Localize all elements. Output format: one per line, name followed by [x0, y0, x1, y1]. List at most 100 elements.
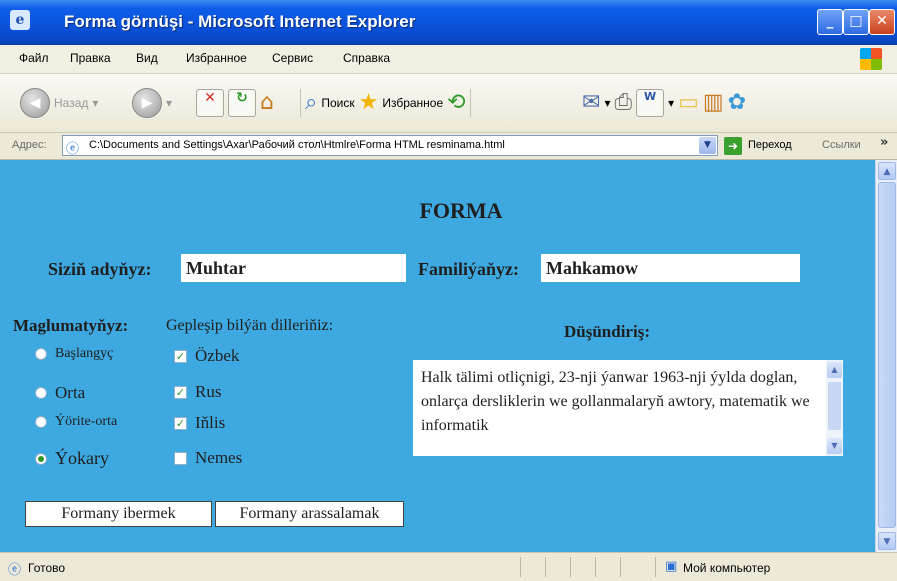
scroll-down-arrow-icon[interactable]: ▼ — [827, 438, 842, 454]
back-arrow-icon[interactable]: ◀ — [20, 88, 50, 118]
last-name-label: Familiýaňyz: — [418, 259, 519, 279]
education-option-label: Ýörite-orta — [55, 414, 118, 429]
messenger-icon[interactable]: ✿ — [728, 90, 746, 116]
menu-item-edit[interactable]: Правка — [70, 51, 111, 65]
language-option[interactable]: Nemes — [174, 448, 242, 468]
menu-item-view[interactable]: Вид — [136, 51, 158, 65]
first-name-label: Siziň adyňyz: — [48, 259, 152, 279]
chevron-down-icon[interactable]: ▾ — [166, 96, 172, 110]
go-arrow-icon[interactable]: ➜ — [724, 137, 742, 155]
education-option-label: Orta — [55, 383, 86, 402]
minimize-button[interactable]: _ — [817, 9, 843, 35]
discuss-icon[interactable]: ▭ — [678, 90, 699, 116]
menu-item-favorites[interactable]: Избранное — [186, 51, 247, 65]
radio-button[interactable] — [35, 387, 47, 399]
mail-icon[interactable]: ✉ — [582, 90, 600, 116]
chevron-down-icon[interactable]: ▾ — [92, 96, 98, 110]
education-option[interactable]: Ýokary — [35, 448, 109, 469]
address-input[interactable]: ⓔ C:\Documents and Settings\Axar\Рабочий… — [62, 135, 718, 157]
title-bar: e Forma görnüşi - Microsoft Internet Exp… — [0, 0, 897, 45]
first-name-input[interactable] — [181, 254, 406, 282]
print-icon[interactable]: ⎙ — [614, 90, 632, 116]
education-option[interactable]: Ýörite-orta — [35, 414, 117, 430]
links-button[interactable]: Ссылки — [822, 139, 861, 151]
textarea-scrollbar[interactable]: ▲ ▼ — [826, 360, 843, 456]
scroll-thumb[interactable] — [828, 382, 841, 430]
menu-item-help[interactable]: Справка — [343, 51, 390, 65]
languages-label: Gepleşip bilýän dilleriňiz: — [166, 317, 334, 334]
menu-item-tools[interactable]: Сервис — [272, 51, 313, 65]
favorites-button-label[interactable]: Избранное — [382, 96, 443, 110]
search-icon[interactable]: ⌕ — [305, 90, 317, 116]
language-option-label: Rus — [195, 382, 222, 401]
ie-app-icon[interactable]: e — [10, 10, 30, 30]
stop-icon[interactable]: ✕ — [196, 89, 224, 117]
windows-logo-icon — [860, 48, 882, 70]
research-icon[interactable]: ▥ — [703, 90, 724, 116]
search-button-label[interactable]: Поиск — [321, 96, 354, 110]
scroll-thumb[interactable] — [878, 182, 896, 528]
chevron-down-icon[interactable]: ▼ — [699, 137, 716, 154]
language-option[interactable]: ✓ Özbek — [174, 346, 239, 366]
word-edit-icon[interactable]: W — [636, 89, 665, 117]
radio-button[interactable] — [35, 348, 47, 360]
toolbar: ◀ Назад ▾ ▶ ▾ ✕ ↻ ⌂ ⌕ Поиск ★ Избранное … — [0, 74, 897, 133]
status-separator — [545, 557, 546, 577]
chevron-down-icon[interactable]: ▾ — [668, 96, 674, 110]
star-icon[interactable]: ★ — [359, 90, 379, 116]
page-icon: ⓔ — [8, 563, 22, 578]
status-separator — [520, 557, 521, 577]
page-content: FORMA Siziň adyňyz: Familiýaňyz: Magluma… — [0, 160, 875, 552]
education-option-label: Başlangyç — [55, 346, 114, 361]
go-button-label[interactable]: Переход — [748, 139, 792, 151]
education-option-label: Ýokary — [55, 448, 109, 468]
refresh-icon[interactable]: ↻ — [228, 89, 256, 117]
language-option[interactable]: ✓ Rus — [174, 382, 221, 402]
last-name-input[interactable] — [541, 254, 800, 282]
security-zone: Мой компьютер — [683, 561, 771, 575]
status-separator — [595, 557, 596, 577]
radio-button[interactable] — [35, 416, 47, 428]
computer-icon: ▣ — [665, 559, 678, 574]
education-option[interactable]: Başlangyç — [35, 346, 113, 362]
status-separator — [620, 557, 621, 577]
language-option[interactable]: ✓ Iňlis — [174, 413, 225, 433]
status-bar: ⓔ Готово ▣ Мой компьютер — [0, 552, 897, 581]
checkbox[interactable]: ✓ — [174, 416, 187, 430]
comment-label: Düşündiriş: — [564, 322, 650, 341]
checkbox[interactable] — [174, 451, 187, 465]
menu-item-file[interactable]: Файл — [19, 51, 49, 65]
menu-bar: Файл Правка Вид Избранное Сервис Справка — [0, 45, 897, 74]
scroll-up-arrow-icon[interactable]: ▲ — [827, 362, 842, 378]
language-option-label: Iňlis — [195, 413, 226, 432]
forward-arrow-icon[interactable]: ▶ — [132, 88, 162, 118]
back-button-label[interactable]: Назад — [54, 96, 88, 110]
comment-text[interactable]: Halk tälimi otliçnigi, 23-nji ýanwar 196… — [421, 366, 823, 438]
close-button[interactable]: ✕ — [869, 9, 895, 35]
status-separator — [655, 557, 656, 577]
comment-textarea[interactable]: Halk tälimi otliçnigi, 23-nji ýanwar 196… — [413, 360, 843, 456]
scroll-up-arrow-icon[interactable]: ▲ — [878, 162, 896, 180]
page-scrollbar[interactable]: ▲ ▼ — [875, 160, 897, 552]
scroll-down-arrow-icon[interactable]: ▼ — [878, 532, 896, 550]
checkbox[interactable]: ✓ — [174, 349, 187, 363]
home-icon[interactable]: ⌂ — [260, 90, 274, 116]
address-url[interactable]: C:\Documents and Settings\Axar\Рабочий с… — [89, 139, 505, 151]
education-label: Maglumatyňyz: — [13, 316, 129, 335]
toolbar-separator — [469, 89, 471, 117]
more-chevron-icon[interactable]: » — [880, 135, 888, 150]
toolbar-separator — [300, 89, 301, 117]
radio-button[interactable] — [35, 452, 47, 465]
language-option-label: Nemes — [195, 448, 243, 467]
status-separator — [570, 557, 571, 577]
chevron-down-icon[interactable]: ▾ — [604, 96, 610, 110]
submit-button[interactable]: Formany ibermek — [25, 501, 212, 527]
address-label: Адрес: — [12, 139, 47, 151]
address-bar: Адрес: ⓔ C:\Documents and Settings\Axar\… — [0, 133, 897, 160]
maximize-button[interactable]: □ — [843, 9, 869, 35]
language-option-label: Özbek — [195, 346, 240, 365]
education-option[interactable]: Orta — [35, 383, 85, 403]
checkbox[interactable]: ✓ — [174, 385, 187, 399]
history-icon[interactable]: ⟲ — [447, 90, 465, 116]
reset-button[interactable]: Formany arassalamak — [215, 501, 404, 527]
